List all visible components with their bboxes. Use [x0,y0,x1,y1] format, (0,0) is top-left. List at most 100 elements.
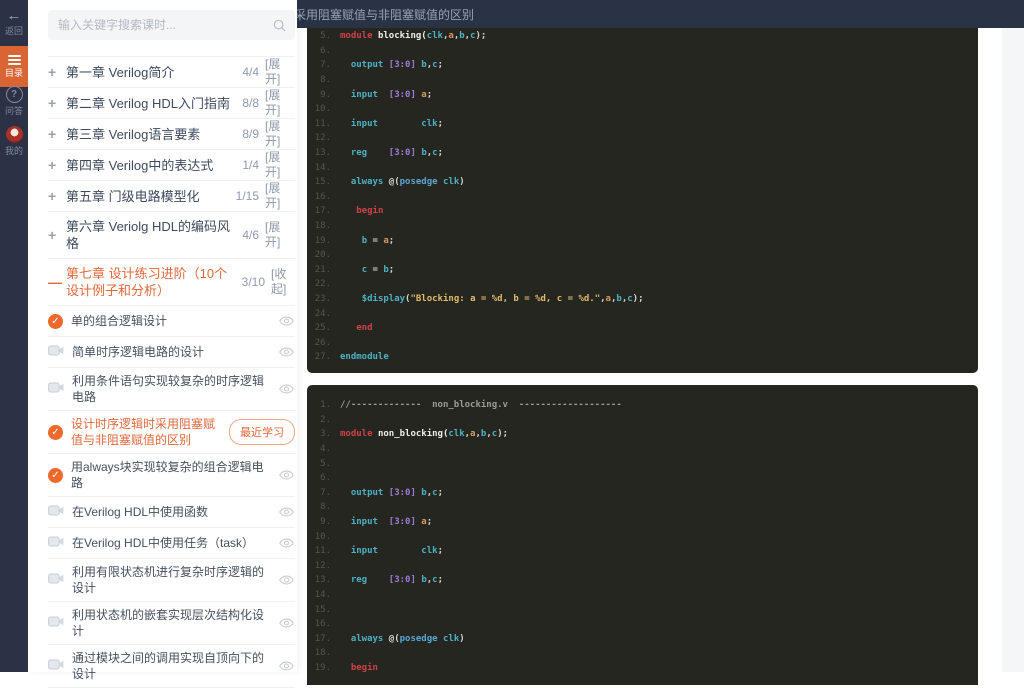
rail-item-me[interactable]: 我的 [0,126,28,157]
line-number: 3. [307,429,331,439]
code-line: 14. [307,160,978,175]
code-line: 7. output [3:0] b,c; [307,486,978,501]
code-line: 9. input [3:0] a; [307,515,978,530]
expand-icon[interactable]: + [48,188,66,204]
lesson-item[interactable]: ✓用always块实现较复杂的组合逻辑电路 [48,454,295,497]
line-number: 13. [307,148,331,158]
chapter-row[interactable]: +第一章 Verilog简介4/4[展开] [48,57,295,88]
lesson-title: 单的组合逻辑设计 [71,308,279,334]
expand-icon[interactable]: + [48,95,66,111]
lesson-item[interactable]: 在Verilog HDL中使用函数 [48,497,295,528]
lesson-title: 采用阻塞赋值与非阻塞赋值的区别 [297,6,474,23]
expand-icon[interactable]: + [48,157,66,173]
lesson-title: 利用状态机的嵌套实现层次结构化设计 [72,602,279,644]
eye-icon[interactable] [279,538,295,548]
eye-icon[interactable] [279,661,295,671]
code-line: 11. input clk; [307,544,978,559]
line-number: 12. [307,133,331,143]
chapter-row[interactable]: +第二章 Verilog HDL入门指南8/8[展开] [48,88,295,119]
line-number: 7. [307,488,331,498]
lesson-item[interactable]: 简单时序逻辑电路的设计 [48,337,295,368]
rail-item-toc[interactable]: 目录 [0,46,28,87]
code-line: 7. output [3:0] b,c; [307,58,978,73]
back-button[interactable]: ← 返回 [0,8,28,37]
recent-study-badge: 最近学习 [229,419,295,445]
expand-icon[interactable]: + [48,227,66,243]
code-line: 24. [307,306,978,321]
code-line: 6. [307,471,978,486]
line-number: 27. [307,352,331,362]
chapter-title: 第一章 Verilog简介 [66,58,242,87]
chapter-toggle[interactable]: [展开] [265,57,295,87]
line-number: 2. [307,415,331,425]
scrollbar-gutter[interactable] [1002,28,1024,672]
collapse-icon[interactable]: — [48,274,66,290]
chapter-progress: 4/6 [242,228,259,242]
completed-icon: ✓ [48,425,63,440]
lesson-title: 在Verilog HDL中使用函数 [72,499,279,525]
expand-icon[interactable]: + [48,64,66,80]
chapter-title: 第六章 Veriolg HDL的编码风格 [66,212,242,258]
chapter-row[interactable]: +第五章 门级电路模型化1/15[展开] [48,181,295,212]
lesson-item[interactable]: 利用状态机的嵌套实现层次结构化设计 [48,602,295,645]
chapter-title: 第二章 Verilog HDL入门指南 [66,89,242,118]
qa-label: 问答 [5,106,23,117]
eye-icon[interactable] [279,618,295,628]
code-line: 11. input clk; [307,117,978,132]
lesson-item[interactable]: ✓单的组合逻辑设计 [48,306,295,337]
code-line: 18. [307,646,978,661]
lesson-item[interactable]: 在Verilog HDL中使用任务（task） [48,528,295,559]
code-line: 10. [307,529,978,544]
left-rail: ← 返回 目录 ? 问答 我的 [0,0,28,672]
chapter-toggle[interactable]: [收起] [271,267,295,297]
chapter-title: 第五章 门级电路模型化 [66,182,236,211]
line-number: 1. [307,400,331,410]
chapter-row[interactable]: +第三章 Verilog语言要素8/9[展开] [48,119,295,150]
line-number: 25. [307,323,331,333]
line-number: 14. [307,590,331,600]
code-line: 14. [307,588,978,603]
back-arrow-icon: ← [7,8,22,23]
chapter-toggle[interactable]: [展开] [265,181,295,211]
chapter-list: +第一章 Verilog简介4/4[展开]+第二章 Verilog HDL入门指… [48,56,295,688]
lesson-item[interactable]: 通过模块之间的调用实现自顶向下的设计 [48,645,295,688]
chapter-progress: 1/4 [242,158,259,172]
lesson-item[interactable]: ✓设计时序逻辑时采用阻塞赋值与非阻塞赋值的区别最近学习 [48,411,295,454]
chapter-toggle[interactable]: [展开] [265,119,295,149]
lesson-item[interactable]: 利用有限状态机进行复杂时序逻辑的设计 [48,559,295,602]
code-panel-non-blocking[interactable]: 1.//------------- non_blocking.v -------… [307,385,978,685]
code-line: 13. reg [3:0] b,c; [307,146,978,161]
menu-icon [8,55,21,65]
line-number: 4. [307,444,331,454]
line-number: 19. [307,236,331,246]
line-number: 12. [307,561,331,571]
video-icon [48,614,64,632]
search-input[interactable] [48,18,273,32]
chapter-toggle[interactable]: [展开] [265,88,295,118]
eye-icon[interactable] [279,316,295,326]
completed-icon: ✓ [48,468,63,483]
eye-icon[interactable] [279,470,295,480]
chapter-row[interactable]: +第四章 Verilog中的表达式1/4[展开] [48,150,295,181]
chapter-toggle[interactable]: [展开] [265,150,295,180]
line-number: 7. [307,60,331,70]
line-number: 10. [307,532,331,542]
line-number: 16. [307,192,331,202]
chapter-row[interactable]: —第七章 设计练习进阶（10个设计例子和分析）3/10[收起] [48,259,295,306]
lesson-item[interactable]: 利用条件语句实现较复杂的时序逻辑电路 [48,368,295,411]
chapter-progress: 8/9 [242,127,259,141]
eye-icon[interactable] [279,507,295,517]
chapter-toggle[interactable]: [展开] [265,220,295,250]
code-line: 5.module blocking(clk,a,b,c); [307,29,978,44]
eye-icon[interactable] [279,575,295,585]
eye-icon[interactable] [279,384,295,394]
line-number: 15. [307,177,331,187]
code-line: 22. [307,277,978,292]
eye-icon[interactable] [279,347,295,357]
code-panel-blocking[interactable]: 5.module blocking(clk,a,b,c);6.7. output… [307,28,978,373]
expand-icon[interactable]: + [48,126,66,142]
rail-item-qa[interactable]: ? 问答 [0,86,28,117]
back-label: 返回 [5,26,23,37]
chapter-row[interactable]: +第六章 Veriolg HDL的编码风格4/6 [展开] [48,212,295,259]
line-number: 19. [307,663,331,673]
